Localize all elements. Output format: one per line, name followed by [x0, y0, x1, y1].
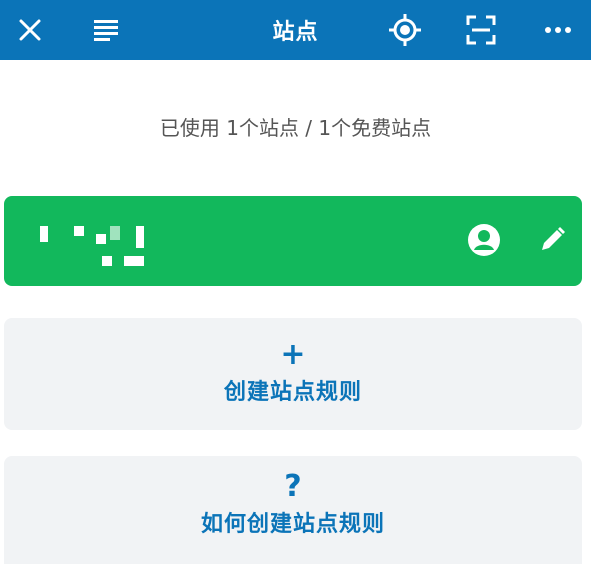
- locate-icon[interactable]: [375, 0, 435, 60]
- site-name-redacted: [40, 226, 150, 270]
- app-bar: 站点: [0, 0, 591, 60]
- scan-icon[interactable]: [451, 0, 511, 60]
- usage-summary: 已使用 1个站点 / 1个免费站点: [159, 116, 432, 140]
- plus-icon: +: [280, 337, 306, 372]
- user-icon[interactable]: [464, 220, 504, 260]
- close-icon[interactable]: [0, 0, 60, 60]
- how-to-create-site-rule-label: 如何创建站点规则: [200, 512, 385, 537]
- question-icon: ?: [284, 469, 302, 504]
- site-card[interactable]: [4, 196, 582, 286]
- create-site-rule-button[interactable]: + 创建站点规则: [4, 318, 582, 430]
- edit-icon[interactable]: [532, 220, 572, 260]
- how-to-create-site-rule-button[interactable]: ? 如何创建站点规则: [4, 456, 582, 564]
- create-site-rule-label: 创建站点规则: [223, 380, 362, 405]
- menu-icon[interactable]: [76, 0, 136, 60]
- more-icon[interactable]: [528, 0, 588, 60]
- page: 站点 已使用 1个站点 / 1个免费站点 + 创建站点规则 ? 如何创建站点规则: [0, 0, 591, 564]
